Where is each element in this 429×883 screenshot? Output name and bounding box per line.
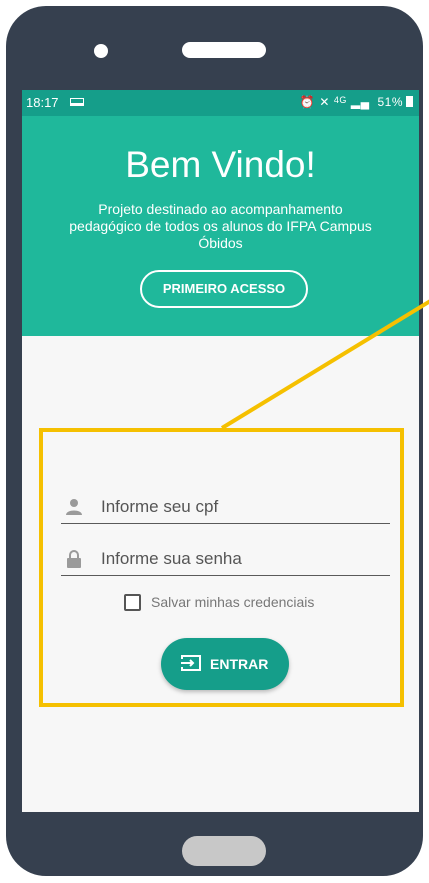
cpf-field[interactable] [61,490,390,524]
login-icon [181,655,201,671]
page-description: Projeto destinado ao acompanhamento peda… [69,201,372,251]
status-icons: ⏰ ✕ 4G ▂▄ 51% [296,95,413,109]
battery-icon [406,96,413,107]
welcome-header: Bem Vindo! Projeto destinado ao acompanh… [22,116,419,336]
earpiece-speaker [182,42,266,58]
first-access-button[interactable]: PRIMEIRO ACESSO [140,270,308,308]
battery-percent: 51% [377,95,403,109]
page-title: Bem Vindo! [125,144,316,185]
mute-icon: ✕ [319,95,330,109]
home-button[interactable] [182,836,266,866]
status-time: 18:17 [26,95,59,110]
signal-icon: 4G [333,95,347,105]
enter-button[interactable]: ENTRAR [161,638,289,690]
phone-frame: 18:17 ⏰ ✕ 4G ▂▄ 51% Bem Vindo! Projeto dest… [6,6,423,876]
password-input[interactable] [99,542,388,576]
remember-checkbox[interactable] [124,594,141,611]
lock-icon [67,550,81,568]
app-screen: 18:17 ⏰ ✕ 4G ▂▄ 51% Bem Vindo! Projeto dest… [22,90,419,812]
signal-bars-icon: ▂▄ [350,95,370,109]
laptop-icon [70,98,84,106]
person-icon [66,499,82,515]
password-field[interactable] [61,542,390,576]
remember-label: Salvar minhas credenciais [151,594,315,610]
alarm-icon: ⏰ [299,95,316,109]
front-camera [94,44,108,58]
status-bar: 18:17 ⏰ ✕ 4G ▂▄ 51% [22,90,419,116]
cpf-input[interactable] [99,490,388,524]
enter-label: ENTRAR [210,656,269,672]
